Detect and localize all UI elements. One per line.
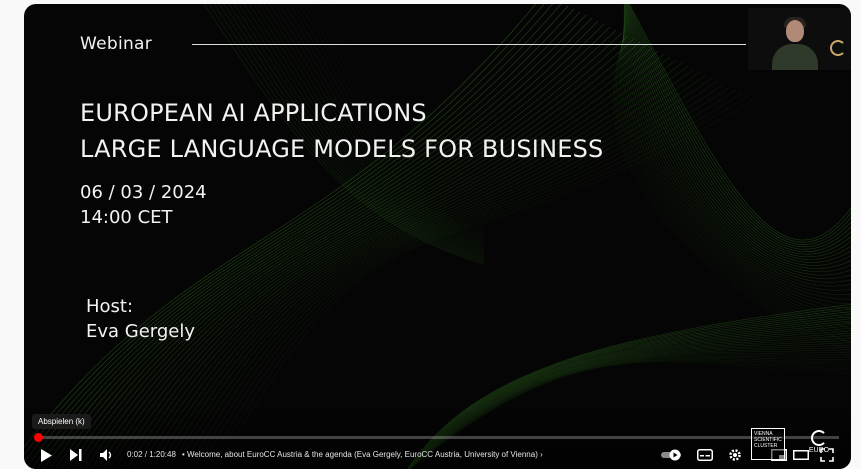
video-player[interactable]: Webinar EUROPEAN AI APPLICATIONS LARGE L…: [24, 4, 851, 469]
progress-scrubber[interactable]: [34, 433, 43, 442]
time-display: 0:02 / 1:20:48: [127, 450, 176, 459]
presenter-head: [786, 20, 804, 42]
slide-title-line1: EUROPEAN AI APPLICATIONS: [80, 99, 427, 127]
event-time: 14:00 CET: [80, 207, 173, 228]
host-label: Host:: [86, 296, 134, 317]
volume-icon: [100, 449, 112, 461]
next-icon: [70, 449, 82, 461]
slide-title-line2: LARGE LANGUAGE MODELS FOR BUSINESS: [80, 135, 604, 163]
volume-button[interactable]: [96, 444, 118, 466]
autoplay-toggle-icon: [661, 449, 681, 461]
progress-bar[interactable]: [36, 436, 839, 439]
subtitles-icon: [697, 449, 713, 461]
chapter-title-text: • Welcome, about EuroCC Austria & the ag…: [182, 450, 538, 459]
host-name: Eva Gergely: [86, 321, 196, 342]
background-wave-art: [24, 4, 851, 469]
chapter-title[interactable]: • Welcome, about EuroCC Austria & the ag…: [182, 450, 543, 459]
autoplay-toggle[interactable]: [660, 444, 686, 466]
play-button[interactable]: [36, 444, 56, 466]
presenter-body: [772, 44, 818, 70]
eurocc-logo-icon: [830, 40, 846, 56]
next-button[interactable]: [66, 444, 86, 466]
vsc-watermark: VIENNA SCIENTIFIC CLUSTER: [751, 428, 785, 460]
settings-icon: [729, 449, 741, 461]
play-icon: [41, 448, 52, 462]
euro-watermark-text: EURO: [808, 447, 830, 454]
webcam-overlay: [748, 8, 851, 70]
settings-button[interactable]: [724, 444, 746, 466]
euro-watermark: EURO: [804, 428, 834, 460]
subtitles-button[interactable]: [694, 444, 716, 466]
header-divider: [192, 44, 746, 45]
play-tooltip: Abspielen (k): [32, 414, 91, 429]
euro-c-icon: [811, 430, 827, 446]
webinar-label: Webinar: [80, 34, 153, 54]
chapter-chevron-icon: ›: [540, 450, 543, 459]
event-date: 06 / 03 / 2024: [80, 182, 207, 203]
